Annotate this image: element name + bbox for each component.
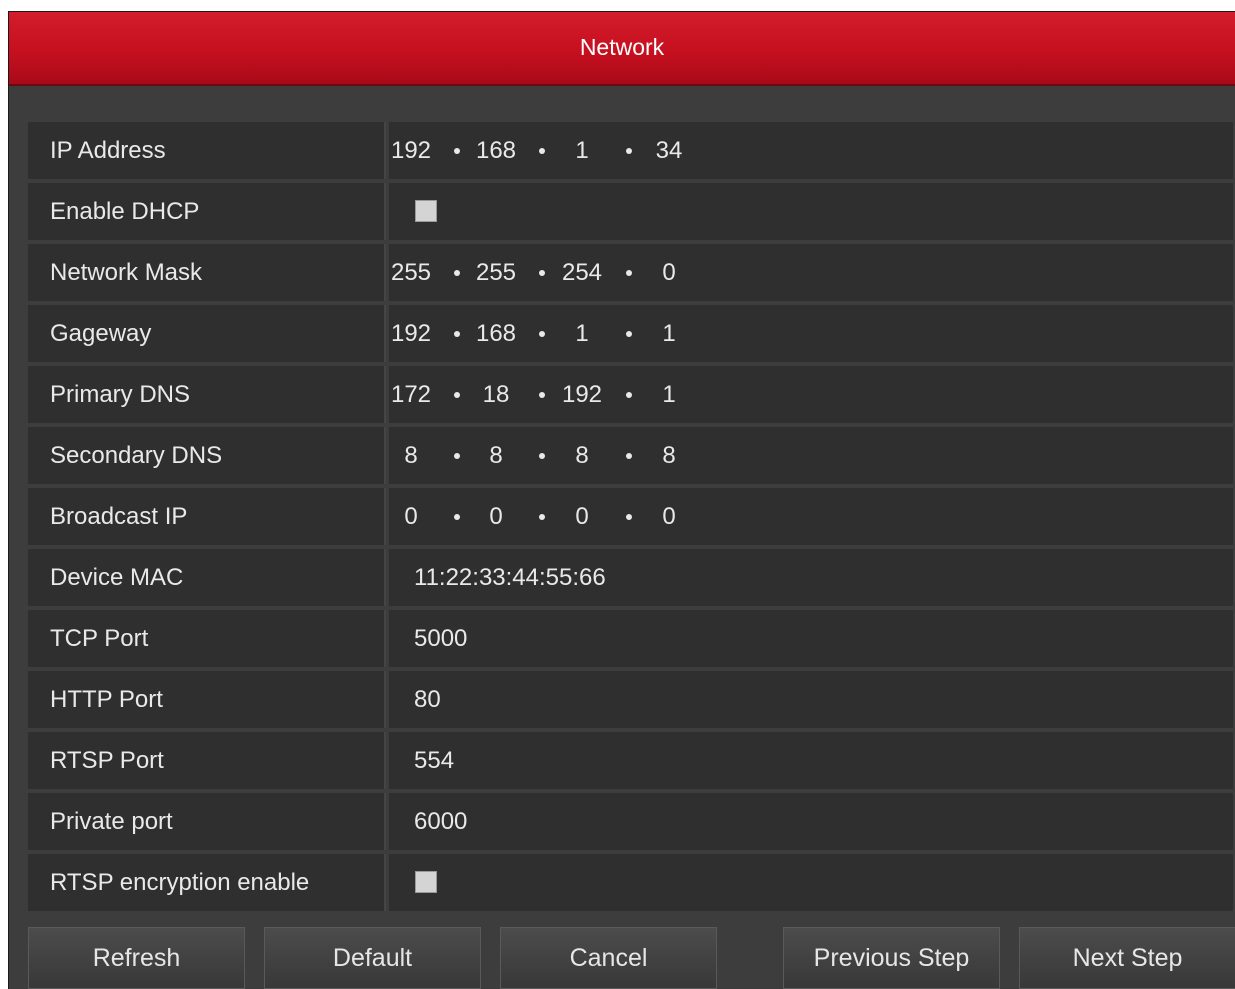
ip-separator-dot bbox=[454, 270, 460, 276]
field-label: Enable DHCP bbox=[28, 183, 386, 240]
ip-separator-dot bbox=[626, 453, 632, 459]
ip-octet-input[interactable]: 192 bbox=[557, 366, 607, 423]
field-value-ip-address: 192 168 1 34 bbox=[389, 122, 1233, 179]
ip-octet-input[interactable]: 1 bbox=[557, 305, 607, 362]
field-value-primary-dns: 172 18 192 1 bbox=[389, 366, 1233, 423]
field-label: Primary DNS bbox=[28, 366, 386, 423]
ip-separator-dot bbox=[626, 514, 632, 520]
ip-octet-input[interactable]: 8 bbox=[471, 427, 521, 484]
field-label: Private port bbox=[28, 793, 386, 850]
ip-separator-dot bbox=[539, 148, 545, 154]
ip-separator-dot bbox=[626, 392, 632, 398]
field-label: Broadcast IP bbox=[28, 488, 386, 545]
ip-octet-input[interactable]: 8 bbox=[386, 427, 436, 484]
field-value-broadcast-ip: 0000 bbox=[389, 488, 1233, 545]
field-row-broadcast-ip: Broadcast IP 0 0 0 0 bbox=[28, 488, 1233, 545]
ip-separator-dot bbox=[454, 514, 460, 520]
ip-octet-input[interactable]: 168 bbox=[471, 305, 521, 362]
default-button[interactable]: Default bbox=[264, 927, 481, 989]
private-port-input[interactable]: 6000 bbox=[414, 793, 467, 850]
ip-separator-dot bbox=[539, 392, 545, 398]
field-row-gageway: Gageway 192 168 1 1 bbox=[28, 305, 1233, 362]
ip-separator-dot bbox=[454, 453, 460, 459]
field-value-device-mac: 11:22:33:44:55:66 bbox=[389, 549, 1233, 606]
ip-octet-input[interactable]: 1 bbox=[644, 305, 694, 362]
ip-octet-input[interactable]: 255 bbox=[386, 244, 436, 301]
http-port-input[interactable]: 80 bbox=[414, 671, 441, 728]
ip-octet-input[interactable]: 172 bbox=[386, 366, 436, 423]
field-row-tcp-port: TCP Port 5000 bbox=[28, 610, 1233, 667]
ip-octet-input[interactable]: 192 bbox=[386, 122, 436, 179]
ip-separator-dot bbox=[539, 270, 545, 276]
rtsp-port-input[interactable]: 554 bbox=[414, 732, 454, 789]
ip-octet-input[interactable]: 192 bbox=[386, 305, 436, 362]
button-bar: Refresh Default Cancel Previous Step Nex… bbox=[28, 927, 1235, 989]
field-label: IP Address bbox=[28, 122, 386, 179]
field-row-secondary-dns: Secondary DNS 8 8 8 8 bbox=[28, 427, 1233, 484]
field-label: HTTP Port bbox=[28, 671, 386, 728]
ip-octet-input[interactable]: 1 bbox=[644, 366, 694, 423]
settings-panel: IP Address 192 168 1 34 Enable DHCP Network Ma… bbox=[9, 86, 1235, 989]
tcp-port-input[interactable]: 5000 bbox=[414, 610, 467, 667]
ip-octet-input[interactable]: 254 bbox=[557, 244, 607, 301]
field-row-http-port: HTTP Port 80 bbox=[28, 671, 1233, 728]
ip-separator-dot bbox=[626, 331, 632, 337]
cancel-button[interactable]: Cancel bbox=[500, 927, 717, 989]
field-row-network-mask: Network Mask 255 255 254 0 bbox=[28, 244, 1233, 301]
field-row-private-port: Private port 6000 bbox=[28, 793, 1233, 850]
field-value-enable-dhcp bbox=[389, 183, 1233, 240]
ip-octet-input[interactable]: 0 bbox=[386, 488, 436, 545]
field-row-rtsp-encryption-enable: RTSP encryption enable bbox=[28, 854, 1233, 911]
ip-separator-dot bbox=[539, 331, 545, 337]
ip-octet-input[interactable]: 0 bbox=[471, 488, 521, 545]
field-label: Gageway bbox=[28, 305, 386, 362]
field-value-http-port: 80 bbox=[389, 671, 1233, 728]
ip-octet-input[interactable]: 1 bbox=[557, 122, 607, 179]
device-mac-input[interactable]: 11:22:33:44:55:66 bbox=[414, 549, 606, 606]
field-label: RTSP encryption enable bbox=[28, 854, 386, 911]
ip-separator-dot bbox=[454, 392, 460, 398]
network-settings-table: IP Address 192 168 1 34 Enable DHCP Network Ma… bbox=[28, 122, 1233, 915]
ip-octet-input[interactable]: 0 bbox=[557, 488, 607, 545]
field-label: Device MAC bbox=[28, 549, 386, 606]
ip-octet-input[interactable]: 34 bbox=[644, 122, 694, 179]
ip-octet-input[interactable]: 255 bbox=[471, 244, 521, 301]
field-row-rtsp-port: RTSP Port 554 bbox=[28, 732, 1233, 789]
dialog-title: Network bbox=[579, 34, 665, 60]
field-value-rtsp-encryption-enable bbox=[389, 854, 1233, 911]
next-step-button[interactable]: Next Step bbox=[1019, 927, 1235, 989]
rtsp-encryption-enable-checkbox[interactable] bbox=[415, 871, 437, 893]
field-row-primary-dns: Primary DNS 172 18 192 1 bbox=[28, 366, 1233, 423]
ip-octet-input[interactable]: 8 bbox=[644, 427, 694, 484]
ip-octet-input[interactable]: 168 bbox=[471, 122, 521, 179]
ip-separator-dot bbox=[454, 148, 460, 154]
ip-separator-dot bbox=[454, 331, 460, 337]
ip-octet-input[interactable]: 8 bbox=[557, 427, 607, 484]
field-row-ip-address: IP Address 192 168 1 34 bbox=[28, 122, 1233, 179]
field-value-private-port: 6000 bbox=[389, 793, 1233, 850]
field-value-rtsp-port: 554 bbox=[389, 732, 1233, 789]
field-label: Network Mask bbox=[28, 244, 386, 301]
field-value-tcp-port: 5000 bbox=[389, 610, 1233, 667]
field-label: TCP Port bbox=[28, 610, 386, 667]
ip-octet-input[interactable]: 18 bbox=[471, 366, 521, 423]
previous-step-button[interactable]: Previous Step bbox=[783, 927, 1000, 989]
field-row-device-mac: Device MAC 11:22:33:44:55:66 bbox=[28, 549, 1233, 606]
field-row-enable-dhcp: Enable DHCP bbox=[28, 183, 1233, 240]
ip-octet-input[interactable]: 0 bbox=[644, 244, 694, 301]
field-value-network-mask: 255 255 254 0 bbox=[389, 244, 1233, 301]
network-dialog: Network IP Address 192 168 1 34 Enable DHCP Ne… bbox=[9, 12, 1235, 989]
ip-octet-input[interactable]: 0 bbox=[644, 488, 694, 545]
field-value-secondary-dns: 8888 bbox=[389, 427, 1233, 484]
ip-separator-dot bbox=[539, 514, 545, 520]
title-bar: Network bbox=[9, 12, 1235, 86]
refresh-button[interactable]: Refresh bbox=[28, 927, 245, 989]
field-label: Secondary DNS bbox=[28, 427, 386, 484]
ip-separator-dot bbox=[626, 148, 632, 154]
ip-separator-dot bbox=[539, 453, 545, 459]
enable-dhcp-checkbox[interactable] bbox=[415, 200, 437, 222]
field-value-gageway: 192 168 1 1 bbox=[389, 305, 1233, 362]
field-label: RTSP Port bbox=[28, 732, 386, 789]
ip-separator-dot bbox=[626, 270, 632, 276]
